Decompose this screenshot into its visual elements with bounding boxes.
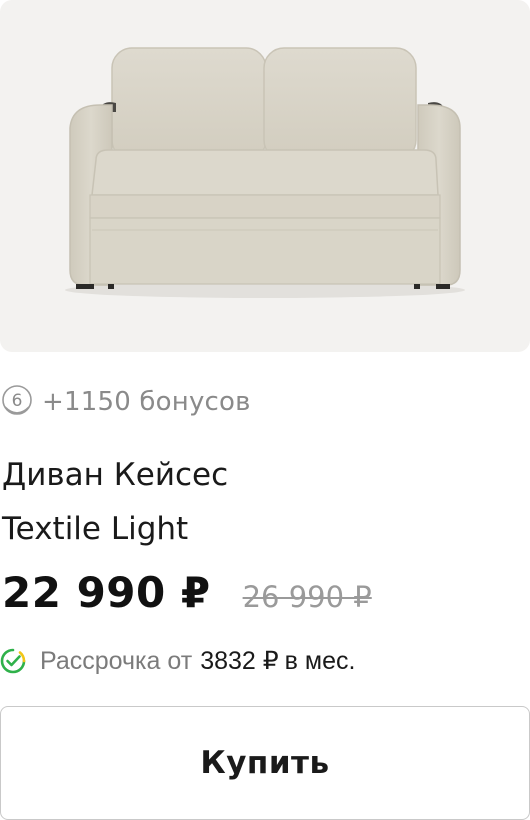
bonus-coin-icon: 6 <box>0 385 34 419</box>
installment-prefix: Рассрочка от <box>40 646 193 675</box>
current-price: 22 990 ₽ <box>2 568 211 617</box>
check-icon <box>0 648 26 674</box>
bonus-icon-digit: 6 <box>12 391 23 411</box>
sofa-illustration <box>65 47 465 298</box>
installment-amount: 3832 ₽ <box>200 647 279 675</box>
product-title-line1[interactable]: Диван Кейсес <box>2 448 522 502</box>
installment-suffix: в мес. <box>284 646 356 675</box>
buy-button[interactable]: Купить <box>0 706 530 820</box>
product-title[interactable]: Диван Кейсес Textile Light <box>2 448 522 556</box>
buy-button-label: Купить <box>200 745 330 781</box>
bonus-row: 6 +1150 бонусов <box>0 382 251 422</box>
product-image[interactable] <box>0 0 530 352</box>
product-title-line2[interactable]: Textile Light <box>2 502 522 556</box>
old-price: 26 990 ₽ <box>242 580 372 614</box>
installment-row[interactable]: Рассрочка от 3832 ₽ в мес. <box>0 644 355 678</box>
bonus-text: +1150 бонусов <box>42 387 251 417</box>
price-row: 22 990 ₽ 26 990 ₽ <box>2 568 372 628</box>
product-card[interactable]: 6 +1150 бонусов Диван Кейсес Textile Lig… <box>0 0 530 820</box>
